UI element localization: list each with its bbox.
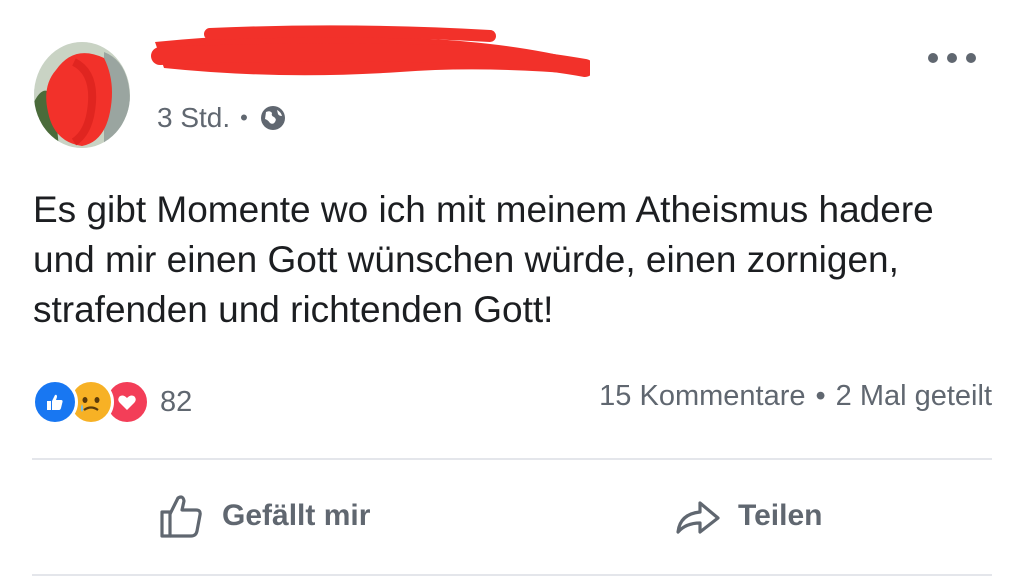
more-dot bbox=[947, 53, 957, 63]
action-bar: Gefällt mir Teilen bbox=[32, 458, 992, 576]
globe-icon[interactable] bbox=[258, 103, 288, 133]
facebook-post: 3 Std. • Es gibt Momente wo ich mit mein… bbox=[0, 0, 1024, 584]
name-redaction bbox=[151, 25, 590, 77]
share-button[interactable]: Teilen bbox=[672, 488, 822, 544]
share-arrow-icon bbox=[676, 501, 720, 534]
post-timestamp[interactable]: 3 Std. bbox=[157, 102, 230, 134]
avatar[interactable] bbox=[34, 42, 130, 148]
engagement-counts: 15 Kommentare • 2 Mal geteilt bbox=[599, 380, 992, 413]
more-dot bbox=[966, 53, 976, 63]
share-label: Teilen bbox=[738, 499, 823, 532]
counts-separator: • bbox=[815, 380, 826, 412]
shares-count[interactable]: 2 Mal geteilt bbox=[836, 380, 992, 413]
more-icon[interactable] bbox=[928, 46, 976, 70]
thumbs-up-icon bbox=[160, 495, 202, 538]
like-button[interactable]: Gefällt mir bbox=[156, 488, 370, 544]
reaction-count: 82 bbox=[160, 385, 193, 418]
post-meta: 3 Std. • bbox=[157, 102, 288, 134]
reactions-summary[interactable]: 82 bbox=[32, 378, 192, 426]
more-dot bbox=[928, 53, 938, 63]
post-text: Es gibt Momente wo ich mit meinem Atheis… bbox=[33, 189, 934, 330]
like-label: Gefällt mir bbox=[222, 499, 371, 532]
comments-count[interactable]: 15 Kommentare bbox=[599, 380, 805, 413]
avatar-image bbox=[34, 42, 130, 148]
meta-separator: • bbox=[240, 105, 248, 130]
like-icon bbox=[32, 379, 78, 425]
